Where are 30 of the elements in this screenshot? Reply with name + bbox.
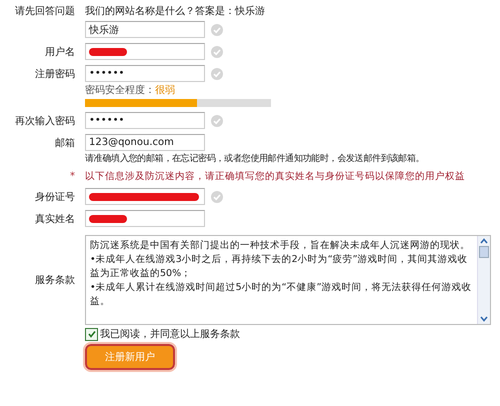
field-label: 用户名 — [45, 46, 75, 58]
field-label: 身份证号 — [35, 192, 75, 202]
input-field[interactable] — [85, 43, 205, 60]
scroll-down-icon[interactable] — [478, 314, 490, 324]
agree-checkbox[interactable] — [85, 328, 98, 340]
field-label: 真实姓名 — [35, 214, 75, 224]
terms-paragraph: •未成年人在线游戏3小时之后，再持续下去的2小时为“疲劳”游戏时间，其间其游戏收益为正常收益的50%； — [90, 253, 469, 281]
input-field[interactable] — [85, 188, 205, 205]
input-field[interactable] — [85, 210, 205, 227]
scroll-up-icon[interactable] — [478, 236, 490, 246]
terms-paragraph: •未成年人累计在线游戏时间超过5小时的为“不健康”游戏时间，将无法获得任何游戏收益。 — [90, 281, 472, 309]
required-mark: * — [70, 171, 75, 182]
field-label: 服务条款 — [35, 275, 75, 286]
hint-text: 请准确填入您的邮箱，在忘记密码，或者您使用邮件通知功能时，会发送邮件到该邮箱。 — [85, 152, 426, 165]
notice-text: 以下信息涉及防沉迷内容，请正确填写您的真实姓名与身份证号码以保障您的用户权益 — [85, 171, 465, 182]
terms-paragraph: 防沉迷系统是中国有关部门提出的一种技术手段，旨在解决未成年人沉迷网游的现状。 — [90, 239, 471, 253]
input-field[interactable]: 快乐游 — [85, 21, 205, 38]
strength-label: 密码安全程度：很弱 — [85, 84, 176, 97]
input-field[interactable]: •••••• — [85, 65, 205, 82]
input-field[interactable]: •••••• — [85, 112, 205, 129]
scrollbar-thumb[interactable] — [479, 246, 489, 258]
field-label: 注册密码 — [35, 68, 75, 80]
question-text: 我们的网站名称是什么？答案是：快乐游 — [85, 6, 265, 17]
terms-textarea[interactable]: 防沉迷系统是中国有关部门提出的一种技术手段，旨在解决未成年人沉迷网游的现状。 •未成年人在线游戏3小时之后，再持续下去的2小时为“疲劳”游戏时间，其间其游戏收益为正常收益的50%； •未成年人累计在线游戏时间超过5小时的为“不健康”游戏时间，将无法获得任何游戏收益。 — [85, 235, 491, 325]
field-label: 邮箱 — [55, 138, 75, 148]
agree-label: 我已阅读，并同意以上服务条款 — [100, 328, 240, 341]
scrollbar[interactable] — [477, 236, 490, 324]
field-label: 再次输入密码 — [15, 116, 75, 126]
field-label: 请先回答问题 — [15, 6, 75, 17]
input-field[interactable]: 123@qonou.com — [85, 134, 205, 151]
